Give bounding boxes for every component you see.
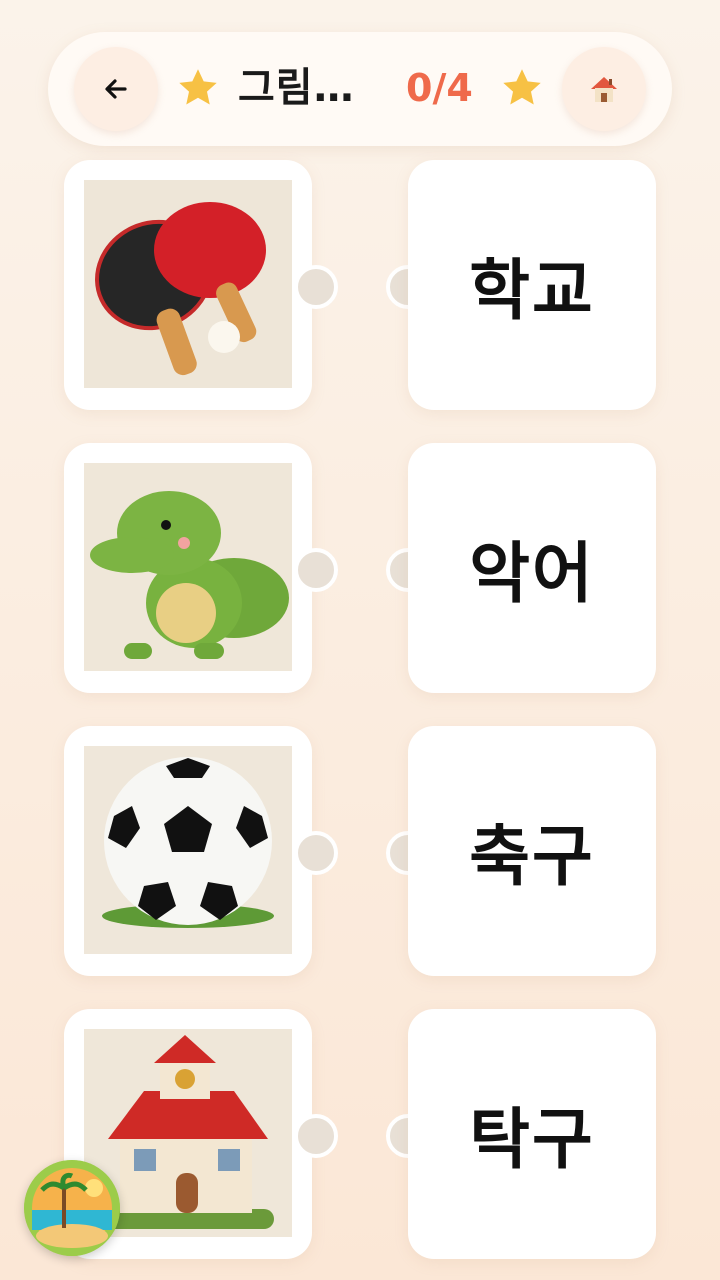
- word-card[interactable]: 학교: [408, 160, 656, 410]
- word-label: 축구: [469, 818, 595, 895]
- header-bar: 그림… 0/4: [48, 32, 672, 146]
- word-card[interactable]: 축구: [408, 726, 656, 976]
- connector-dot[interactable]: [294, 831, 338, 875]
- crocodile-plush-picture: [84, 463, 292, 671]
- word-card[interactable]: 악어: [408, 443, 656, 693]
- progress-counter: 0/4: [406, 66, 473, 110]
- beach-avatar-icon[interactable]: [24, 1160, 120, 1256]
- page-title: 그림…: [238, 65, 355, 111]
- word-label: 악어: [469, 535, 595, 612]
- star-icon: [503, 69, 541, 105]
- arrow-left-icon: [105, 79, 127, 99]
- house-icon: [591, 77, 617, 102]
- soccer-ball-picture: [84, 746, 292, 954]
- connector-dot[interactable]: [294, 1114, 338, 1158]
- word-card[interactable]: 탁구: [408, 1009, 656, 1259]
- word-label: 탁구: [469, 1101, 595, 1178]
- connector-dot[interactable]: [294, 265, 338, 309]
- picture-card[interactable]: [64, 160, 312, 410]
- word-label: 학교: [469, 252, 595, 329]
- picture-card[interactable]: [64, 726, 312, 976]
- home-button[interactable]: [562, 47, 646, 131]
- connector-dot[interactable]: [294, 548, 338, 592]
- picture-card[interactable]: [64, 443, 312, 693]
- back-button[interactable]: [74, 47, 158, 131]
- ping-pong-paddles-picture: [84, 180, 292, 388]
- star-icon: [179, 69, 217, 105]
